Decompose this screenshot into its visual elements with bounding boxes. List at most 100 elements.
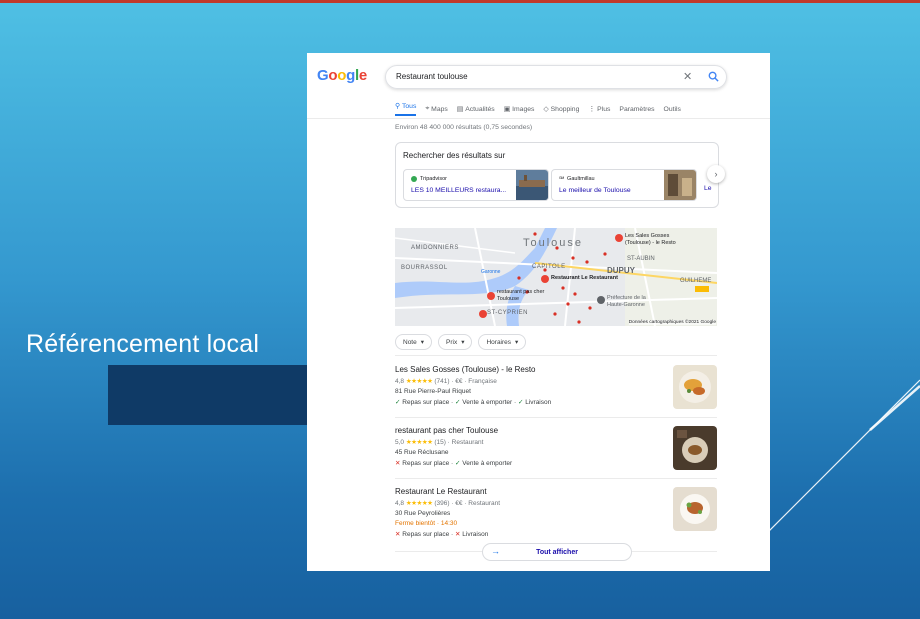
check-icon: ✓ xyxy=(455,399,461,406)
rating-value: 4,8 xyxy=(395,500,405,507)
sources-card: Rechercher des résultats sur Tripadvisor… xyxy=(395,142,719,208)
filter-prix[interactable]: Prix ▾ xyxy=(438,334,473,350)
logo-letter: o xyxy=(337,67,347,84)
source-link[interactable]: Le meilleur de Toulouse xyxy=(559,187,631,194)
result-address: 30 Rue Peyrolières xyxy=(395,510,451,517)
result-address: 81 Rue Pierre-Paul Riquet xyxy=(395,388,471,395)
tab-parametres[interactable]: Paramètres xyxy=(619,101,654,117)
map-label: Toulouse xyxy=(523,237,584,249)
search-icon: ⚲ xyxy=(395,103,400,110)
map-label: ST-CYPRIEN xyxy=(487,310,529,316)
arrow-right-icon: → xyxy=(491,546,500,556)
service-label: Repas sur place xyxy=(402,531,450,538)
chevron-right-icon[interactable]: › xyxy=(707,165,725,183)
restaurant-thumbnail xyxy=(664,170,696,200)
tab-label: Outils xyxy=(663,105,681,113)
tab-images[interactable]: ▣ Images xyxy=(504,101,535,117)
tab-plus[interactable]: ⋮ Plus xyxy=(588,101,610,117)
tab-label: Paramètres xyxy=(619,105,655,113)
caret-down-icon: ▾ xyxy=(461,339,465,346)
clear-icon[interactable]: ✕ xyxy=(683,70,692,83)
check-icon: ✓ xyxy=(395,399,401,406)
google-logo: Google xyxy=(317,67,367,84)
result-name[interactable]: Restaurant Le Restaurant xyxy=(395,487,717,496)
map-label: CAPITOLE xyxy=(532,264,566,270)
result-meta: (396) · €€ · Restaurant xyxy=(434,500,501,507)
result-services: ✕ Repas sur place · ✕ Livraison xyxy=(395,531,489,538)
river-label: Garonne xyxy=(481,269,501,275)
source-partial[interactable]: Le xyxy=(704,185,712,192)
dish-photo xyxy=(673,487,717,531)
map-pin-label[interactable]: restaurant pas cher Toulouse xyxy=(497,289,545,303)
newspaper-icon: ▤ xyxy=(456,106,464,113)
local-result[interactable]: restaurant pas cher Toulouse 5,0 ★★★★★ (… xyxy=(395,426,717,474)
result-name[interactable]: restaurant pas cher Toulouse xyxy=(395,426,717,435)
chip-label: Horaires xyxy=(486,338,512,346)
cross-icon: ✕ xyxy=(395,460,401,467)
logo-letter: e xyxy=(358,67,367,84)
service-label: Vente à emporter xyxy=(462,399,513,406)
chip-label: Prix xyxy=(446,338,458,346)
map-pin-label[interactable]: Restaurant Le Restaurant xyxy=(551,275,618,281)
map-label: GUILHEME xyxy=(680,278,712,284)
result-name[interactable]: Les Sales Gosses (Toulouse) - le Resto xyxy=(395,365,717,374)
result-address: 45 Rue Réclusane xyxy=(395,449,449,456)
result-meta: (741) · €€ · Française xyxy=(434,378,497,385)
rating-value: 5,0 xyxy=(395,439,405,446)
service-label: Livraison xyxy=(525,399,552,406)
filter-horaires[interactable]: Horaires ▾ xyxy=(478,334,527,350)
map-pin-label[interactable]: Préfecture de la Haute-Garonne xyxy=(607,295,662,309)
tab-shopping[interactable]: ◇ Shopping xyxy=(543,101,579,117)
search-icon[interactable] xyxy=(708,71,719,82)
tab-maps[interactable]: ⌖ Maps xyxy=(425,101,447,117)
chip-label: Note xyxy=(403,338,417,346)
source-name: Gaultmillau xyxy=(567,176,595,182)
local-result[interactable]: Restaurant Le Restaurant 4,8 ★★★★★ (396)… xyxy=(395,487,717,538)
tab-label: Plus xyxy=(597,105,611,113)
source-tripadvisor[interactable]: Tripadvisor LES 10 MEILLEURS restaura... xyxy=(403,169,549,201)
show-all-label: Tout afficher xyxy=(536,548,578,556)
result-rating: 4,8 ★★★★★ (741) · €€ · Française xyxy=(395,377,717,385)
result-rating: 4,8 ★★★★★ (396) · €€ · Restaurant xyxy=(395,499,717,507)
divider xyxy=(395,355,717,356)
tab-label: Shopping xyxy=(550,105,580,113)
decorative-lines xyxy=(760,379,920,541)
service-label: Livraison xyxy=(462,531,489,538)
city-thumbnail xyxy=(516,170,548,200)
search-input[interactable]: Restaurant toulouse xyxy=(396,72,468,81)
dish-photo xyxy=(673,426,717,470)
star-icon: ★★★★★ xyxy=(405,500,433,507)
star-icon: ★★★★★ xyxy=(405,439,433,446)
star-icon: ★★★★★ xyxy=(405,378,433,385)
source-name: Tripadvisor xyxy=(420,176,447,182)
map-pin-icon xyxy=(479,310,487,318)
service-label: Repas sur place xyxy=(402,460,450,467)
map-pin-icon: ⌖ xyxy=(425,105,430,112)
map-pin-icon xyxy=(487,292,495,300)
source-gaultmillau[interactable]: ᴳᴹ Gaultmillau Le meilleur de Toulouse xyxy=(551,169,697,201)
result-services: ✕ Repas sur place · ✓ Vente à emporter xyxy=(395,460,513,467)
tab-outils[interactable]: Outils xyxy=(664,101,681,117)
tab-tous[interactable]: ⚲ Tous xyxy=(395,101,417,116)
local-result[interactable]: Les Sales Gosses (Toulouse) - le Resto 4… xyxy=(395,365,717,413)
logo-letter: g xyxy=(346,67,355,84)
tag-icon: ◇ xyxy=(543,106,549,113)
service-label: Vente à emporter xyxy=(462,460,513,467)
filter-note[interactable]: Note ▾ xyxy=(395,334,432,350)
search-box[interactable]: Restaurant toulouse ✕ xyxy=(385,65,727,89)
cross-icon: ✕ xyxy=(455,531,461,538)
google-screenshot: Google Restaurant toulouse ✕ ⚲ Tous ⌖ Maps… xyxy=(307,53,770,571)
map[interactable]: AMIDONNIERS BOURRASSOL Toulouse CAPITOLE… xyxy=(395,228,717,326)
more-vert-icon: ⋮ xyxy=(588,106,596,113)
image-icon: ▣ xyxy=(503,106,511,113)
map-pin-label[interactable]: Les Sales Gosses (Toulouse) - le Resto xyxy=(625,233,695,247)
show-all-button[interactable]: → Tout afficher xyxy=(482,543,632,561)
result-stats: Environ 48 400 000 résultats (0,75 secon… xyxy=(395,124,533,131)
source-link[interactable]: LES 10 MEILLEURS restaura... xyxy=(411,187,506,194)
map-label: BOURRASSOL xyxy=(401,265,448,271)
tabs-divider xyxy=(307,118,770,119)
map-label: ST-AUBIN xyxy=(627,256,655,262)
tab-actualites[interactable]: ▤ Actualités xyxy=(457,101,495,117)
tab-label: Tous xyxy=(401,102,417,110)
caret-down-icon: ▾ xyxy=(515,339,519,346)
